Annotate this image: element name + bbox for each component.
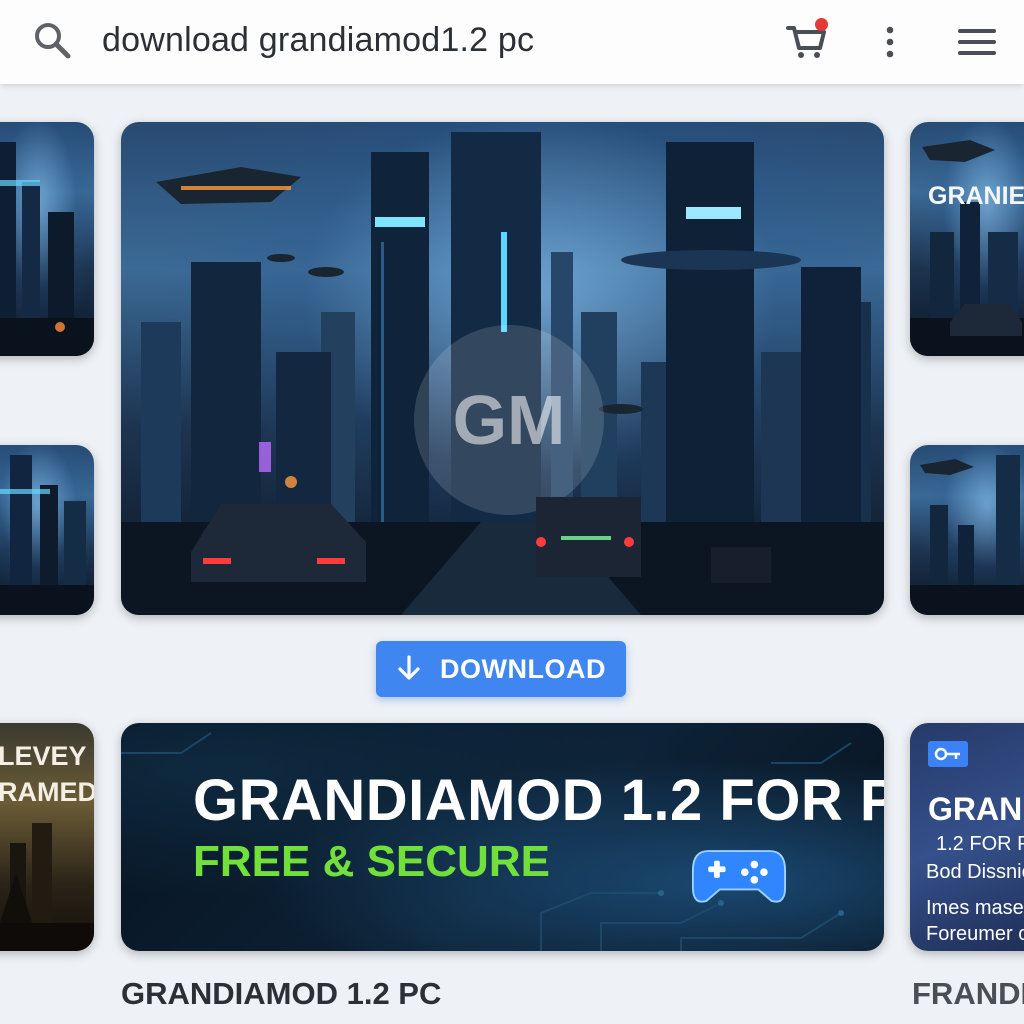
thumbnail-title: GRANIEM [928, 182, 1024, 210]
banner-title: GRANDIAMOD 1.2 FOR PC [193, 768, 884, 833]
key-badge [928, 741, 968, 767]
search-query-text[interactable]: download grandiamod1.2 pc [102, 20, 534, 60]
more-vert-icon[interactable] [880, 22, 900, 62]
city-scene-image [0, 445, 94, 615]
download-button-label: DOWNLOAD [440, 653, 606, 684]
notification-dot [815, 18, 828, 31]
right-caption[interactable]: FRANDIA [912, 976, 1024, 1012]
right-mid-thumbnail[interactable] [910, 445, 1024, 615]
city-scene-image [910, 445, 1024, 615]
city-scene-image [910, 122, 1024, 356]
left-top-thumbnail[interactable] [0, 122, 94, 356]
promo-banner[interactable]: GRANDIAMOD 1.2 FOR PC FREE & SECURE [121, 723, 884, 951]
download-arrow-icon [398, 655, 420, 680]
thumbnail-text-line3: Foreumer c [926, 923, 1024, 945]
main-caption[interactable]: GRANDIAMOD 1.2 PC [121, 976, 441, 1012]
download-button[interactable]: DOWNLOAD [376, 641, 626, 697]
gamepad-icon [691, 850, 787, 903]
thumbnail-text-line2: Imes mase [926, 897, 1024, 919]
thumbnail-title-line2: RAMED [0, 777, 94, 807]
city-scene-image [0, 122, 94, 356]
thumbnail-text-line1: Bod Dissnic [926, 861, 1024, 883]
left-bottom-thumbnail[interactable]: LEVEY RAMED [0, 723, 94, 951]
search-icon[interactable] [32, 20, 72, 60]
banner-subtitle: FREE & SECURE [193, 837, 550, 886]
thumbnail-title-line1: LEVEY [0, 741, 87, 771]
thumbnail-subtitle: 1.2 FOR PC [936, 833, 1024, 855]
city-scene-image: GM [121, 122, 884, 615]
key-icon [934, 747, 960, 761]
left-mid-thumbnail[interactable] [0, 445, 94, 615]
watermark-logo: GM [453, 381, 566, 459]
menu-icon[interactable] [956, 22, 998, 62]
cart-button[interactable] [784, 16, 830, 62]
search-bar[interactable]: download grandiamod1.2 pc [0, 0, 1024, 84]
main-hero-image[interactable]: GM [121, 122, 884, 615]
right-top-thumbnail[interactable]: GRANIEM [910, 122, 1024, 356]
thumbnail-title: GRAND [928, 791, 1024, 827]
right-bottom-thumbnail[interactable]: GRAND 1.2 FOR PC Bod Dissnic Imes mase F… [910, 723, 1024, 951]
